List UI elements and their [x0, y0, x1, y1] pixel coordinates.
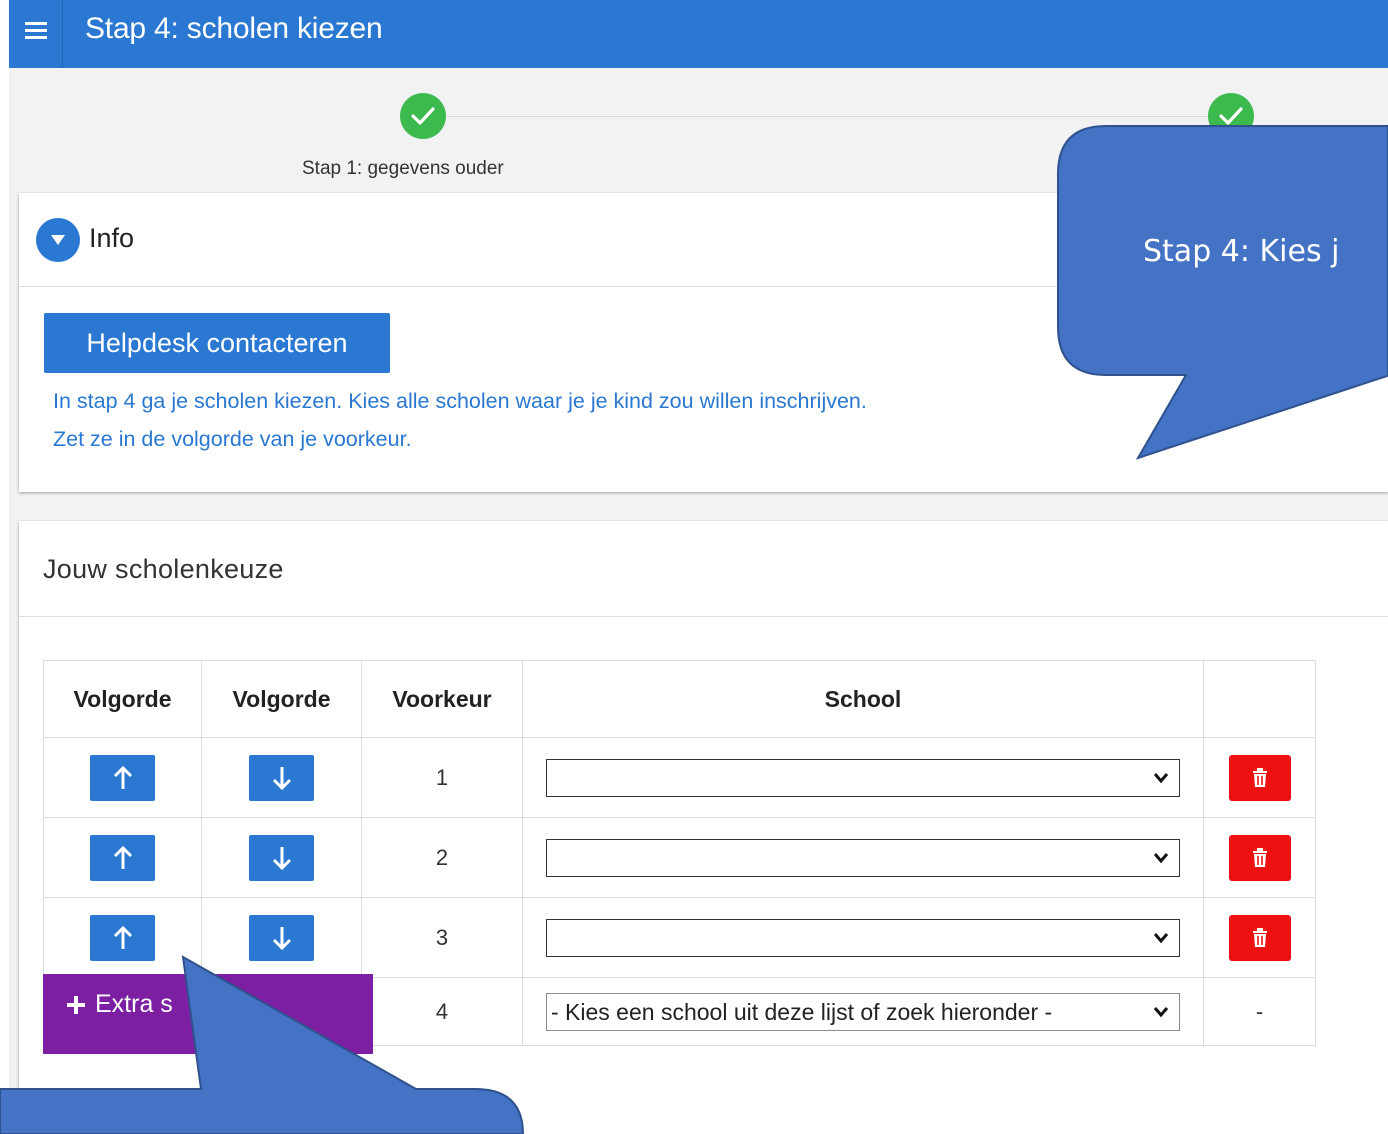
callout-overlays	[0, 125, 1388, 1134]
callout-top-right	[1057, 125, 1388, 460]
callout-bottom-left	[0, 955, 525, 1134]
callout-text: Stap 4: Kies j	[1143, 234, 1340, 269]
